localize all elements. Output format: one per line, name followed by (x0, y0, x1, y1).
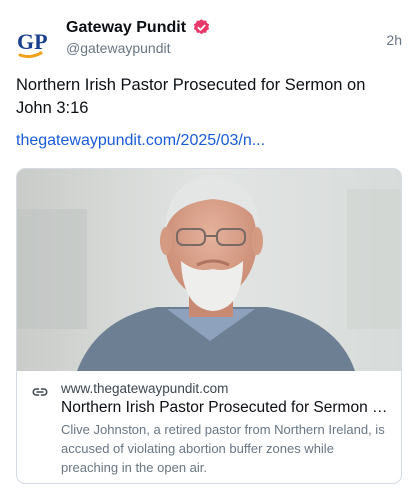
post-text: Northern Irish Pastor Prosecuted for Ser… (16, 76, 366, 117)
post: GP Gateway Pundit @gatewaypundit 2h Nort… (0, 0, 418, 500)
timestamp[interactable]: 2h (386, 32, 402, 48)
verified-badge-icon (192, 18, 211, 37)
link-icon (31, 383, 49, 401)
link-preview-card[interactable]: www.thegatewaypundit.com Northern Irish … (16, 168, 402, 484)
avatar[interactable]: GP (14, 22, 56, 64)
post-link[interactable]: thegatewaypundit.com/2025/03/n... (16, 132, 265, 150)
card-description: Clive Johnston, a retired pastor from No… (61, 422, 385, 475)
display-name[interactable]: Gateway Pundit (66, 19, 186, 37)
card-body: www.thegatewaypundit.com Northern Irish … (17, 371, 401, 477)
article-photo (17, 169, 401, 371)
svg-text:GP: GP (17, 29, 48, 54)
author-block: Gateway Pundit @gatewaypundit (66, 18, 211, 56)
handle[interactable]: @gatewaypundit (66, 40, 211, 56)
card-domain: www.thegatewaypundit.com (61, 381, 229, 396)
card-title[interactable]: Northern Irish Pastor Prosecuted for Ser… (61, 399, 391, 417)
